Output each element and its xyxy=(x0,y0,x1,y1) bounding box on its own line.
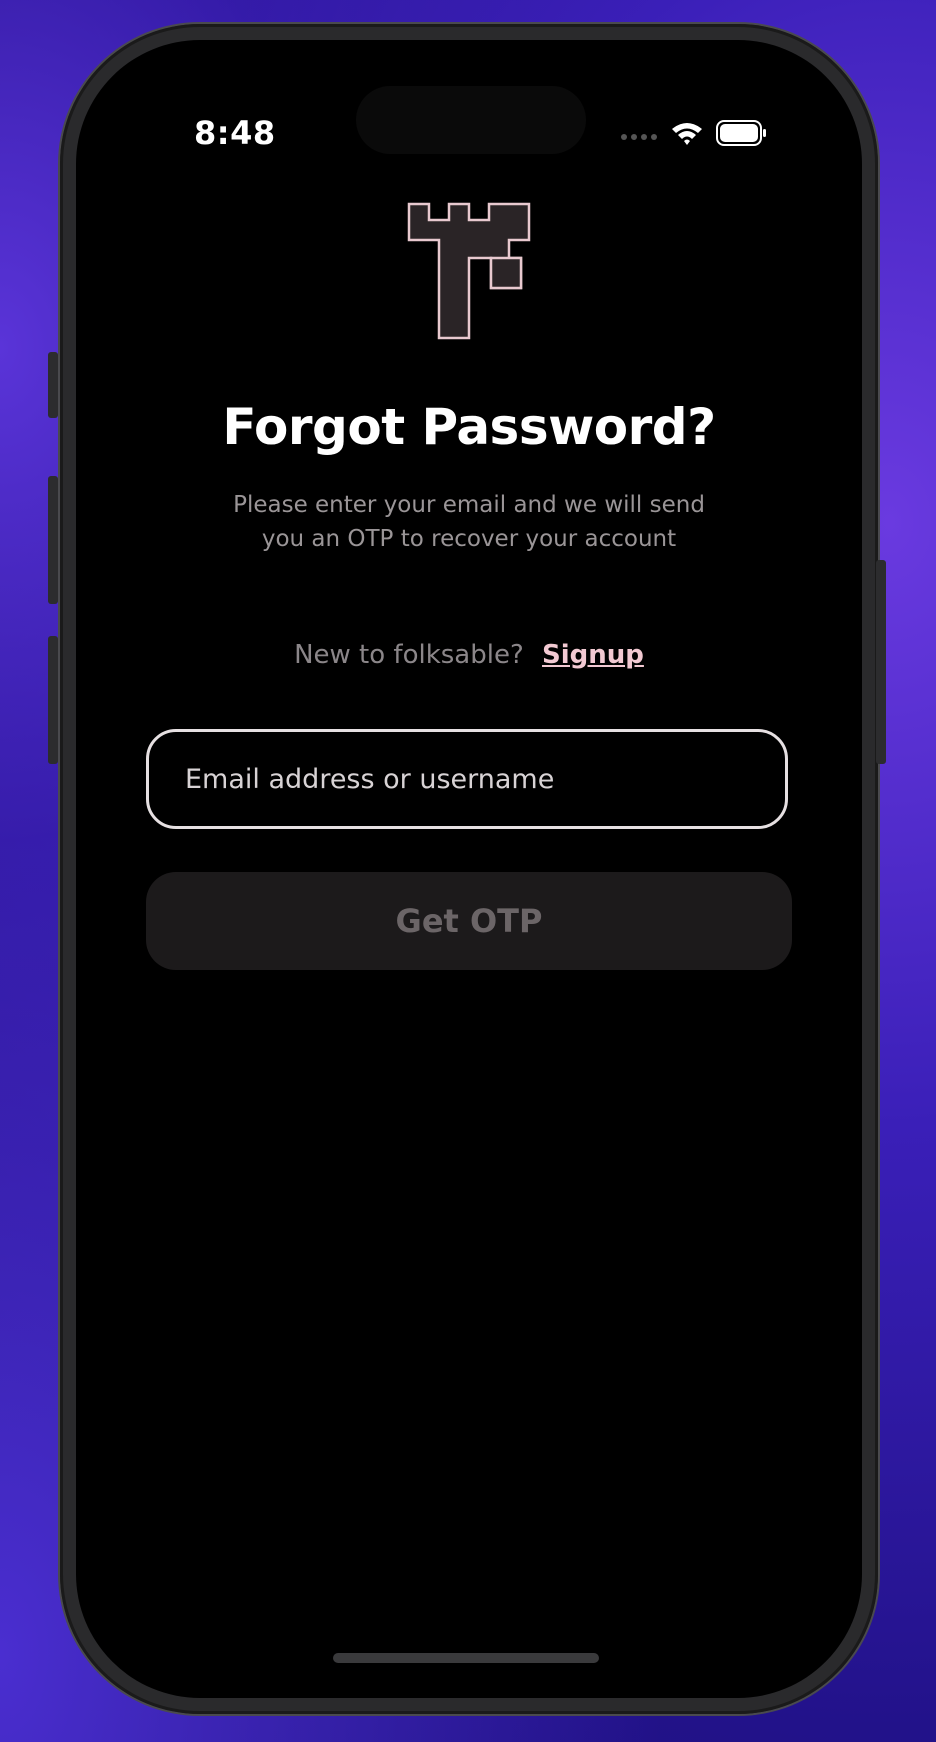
email-input[interactable] xyxy=(183,762,785,796)
home-indicator[interactable] xyxy=(333,1653,599,1663)
wifi-icon xyxy=(670,120,704,150)
signup-row: New to folksable? Signup xyxy=(76,640,862,670)
signup-link[interactable]: Signup xyxy=(542,640,644,670)
app-screen: 8:48 Forgot Password? Please enter your … xyxy=(76,40,862,1698)
status-icons xyxy=(620,120,768,150)
dynamic-island xyxy=(356,86,586,154)
volume-down-button xyxy=(48,636,58,764)
battery-icon xyxy=(716,120,768,150)
status-time: 8:48 xyxy=(194,114,276,152)
power-button xyxy=(876,560,886,764)
volume-up-button xyxy=(48,476,58,604)
mute-switch xyxy=(48,352,58,418)
page-title: Forgot Password? xyxy=(222,398,716,456)
get-otp-button[interactable]: Get OTP xyxy=(146,872,792,970)
subtitle-line-1: Please enter your email and we will send xyxy=(233,492,705,518)
email-field[interactable] xyxy=(146,729,788,829)
page-subtitle: Please enter your email and we will send… xyxy=(196,488,742,556)
subtitle-line-2: you an OTP to recover your account xyxy=(261,526,677,552)
cellular-signal-icon xyxy=(620,126,658,145)
castle-tower-logo-icon xyxy=(407,202,531,340)
signup-prompt: New to folksable? xyxy=(294,640,524,670)
